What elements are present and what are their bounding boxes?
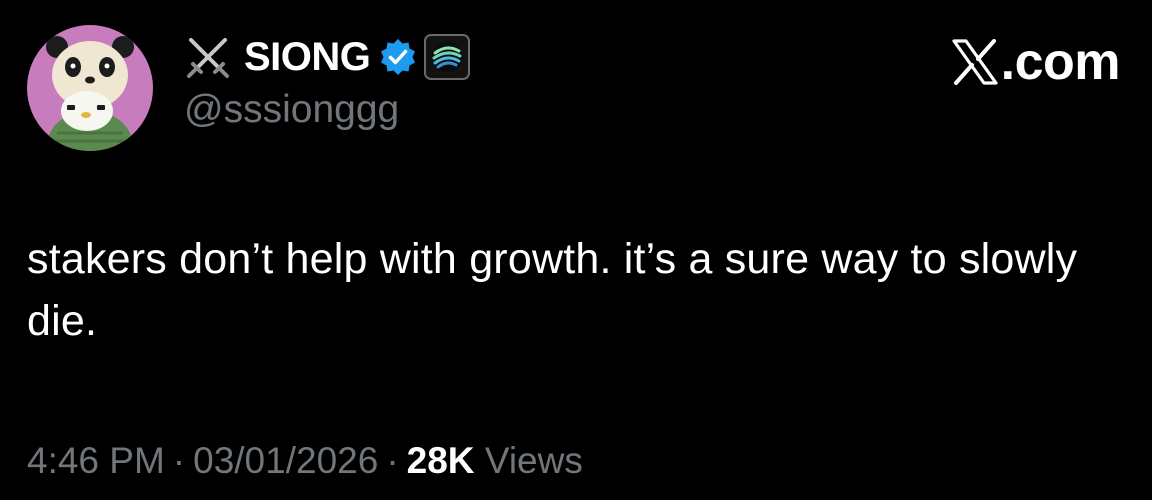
verified-badge-icon — [378, 37, 418, 77]
crossed-swords-icon — [182, 31, 234, 83]
tweet-meta: 4:46 PM · 03/01/2026 · 28K Views — [27, 440, 583, 482]
tweet-time[interactable]: 4:46 PM — [27, 440, 165, 481]
avatar[interactable] — [27, 25, 153, 151]
author-handle[interactable]: @sssionggg — [184, 88, 399, 132]
x-logo-icon — [951, 38, 999, 86]
views-label: Views — [484, 440, 583, 481]
meta-separator: · — [172, 440, 186, 481]
brand-label: .com — [1000, 33, 1121, 91]
tweet-text: stakers don’t help with growth. it’s a s… — [27, 235, 1078, 345]
affiliate-badge-icon[interactable] — [424, 34, 471, 80]
meta-separator: · — [386, 440, 399, 481]
tweet-date[interactable]: 03/01/2026 — [193, 440, 378, 481]
panda-hood-penguin-avatar-icon — [27, 25, 153, 151]
author-name-row: SIONG — [182, 31, 471, 83]
views-count[interactable]: 28K — [407, 440, 475, 481]
tweet-card: SIONG @sssionggg .com stakers don’t help… — [0, 0, 1152, 500]
author-display-name[interactable]: SIONG — [244, 35, 371, 80]
brand-watermark: .com — [951, 32, 1121, 92]
